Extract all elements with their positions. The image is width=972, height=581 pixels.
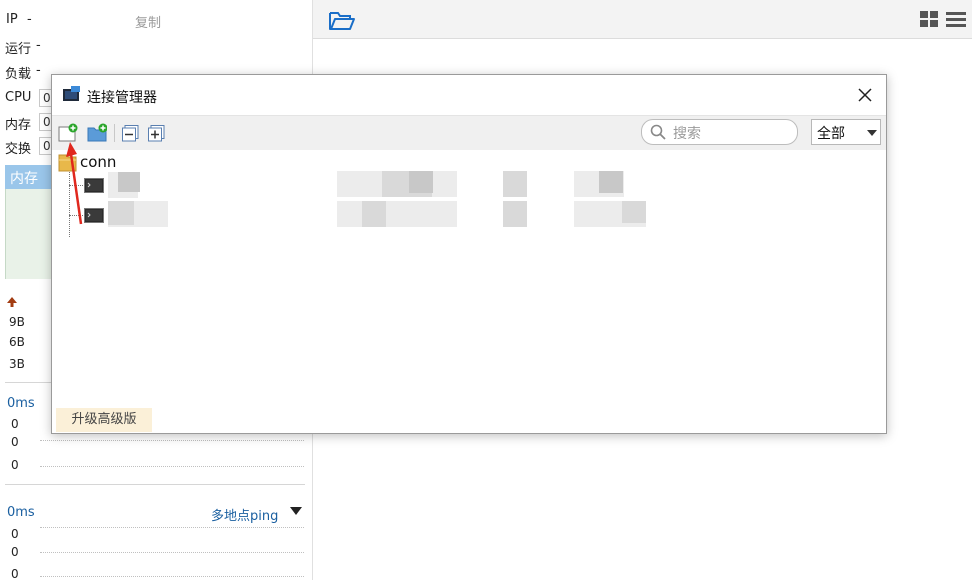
ip-label: IP bbox=[6, 12, 18, 27]
redacted-text bbox=[503, 201, 527, 227]
latency-value-2: 0 bbox=[11, 435, 19, 449]
tree-item[interactable] bbox=[82, 171, 702, 198]
terminal-icon bbox=[84, 208, 104, 223]
load-label: 负载 bbox=[5, 67, 32, 82]
top-toolbar bbox=[313, 0, 972, 39]
redacted-text bbox=[337, 201, 457, 227]
memory-tab-label: 内存 bbox=[10, 171, 38, 187]
ip-value: - bbox=[27, 12, 32, 27]
dropdown-arrow-icon bbox=[867, 130, 877, 136]
collapse-all-icon[interactable] bbox=[122, 125, 142, 145]
filter-select[interactable]: 全部 bbox=[811, 119, 881, 145]
latency-value-3: 0 bbox=[11, 458, 19, 472]
search-placeholder: 搜索 bbox=[673, 126, 701, 142]
run-value: - bbox=[36, 38, 41, 53]
red-arrow-annotation bbox=[66, 142, 83, 225]
grid-line bbox=[40, 527, 304, 528]
terminal-icon bbox=[84, 178, 104, 193]
dropdown-arrow-icon[interactable] bbox=[290, 507, 302, 516]
latency-value-1: 0 bbox=[11, 417, 19, 431]
load-value: - bbox=[36, 63, 41, 78]
redacted-text bbox=[599, 171, 623, 193]
grid-line bbox=[40, 466, 304, 467]
ping-latency-title: 0ms bbox=[7, 505, 35, 520]
new-folder-icon[interactable] bbox=[87, 123, 107, 143]
redacted-text bbox=[118, 172, 140, 192]
redacted-text bbox=[503, 171, 527, 197]
menu-icon[interactable] bbox=[946, 11, 966, 29]
net-value-1: 9B bbox=[9, 315, 25, 329]
cpu-label: CPU bbox=[5, 90, 32, 105]
filter-value: 全部 bbox=[817, 126, 845, 142]
grid-line bbox=[40, 440, 304, 441]
upload-arrow-icon bbox=[7, 297, 17, 307]
redacted-text bbox=[409, 171, 433, 193]
run-label: 运行 bbox=[5, 42, 32, 57]
redacted-text bbox=[108, 201, 134, 225]
ping-value-3: 0 bbox=[11, 567, 19, 581]
upgrade-button[interactable]: 升级高级版 bbox=[56, 408, 152, 432]
grid-line bbox=[40, 552, 304, 553]
close-icon[interactable] bbox=[858, 88, 872, 102]
redacted-text bbox=[622, 201, 646, 223]
toolbar-divider bbox=[114, 124, 115, 142]
copy-button[interactable]: 复制 bbox=[135, 12, 161, 31]
latency-title: 0ms bbox=[7, 396, 35, 411]
search-icon bbox=[650, 124, 666, 140]
search-input[interactable]: 搜索 bbox=[641, 119, 798, 145]
expand-all-icon[interactable] bbox=[148, 125, 168, 145]
grid-view-icon[interactable] bbox=[920, 11, 940, 29]
mem-label: 内存 bbox=[5, 118, 32, 133]
swap-label: 交换 bbox=[5, 142, 32, 157]
connection-tree: conn bbox=[52, 150, 886, 405]
net-value-3: 3B bbox=[9, 357, 25, 371]
grid-line bbox=[40, 576, 304, 577]
net-value-2: 6B bbox=[9, 335, 25, 349]
ping-value-2: 0 bbox=[11, 545, 19, 559]
folder-open-icon[interactable] bbox=[328, 9, 356, 31]
divider bbox=[5, 484, 305, 485]
ping-value-1: 0 bbox=[11, 527, 19, 541]
connection-manager-dialog: 连接管理器 搜索 全部 conn 升级高级版 bbox=[51, 74, 887, 434]
dialog-title: 连接管理器 bbox=[87, 90, 157, 106]
tree-item[interactable] bbox=[82, 201, 702, 227]
multi-ping-dropdown[interactable]: 多地点ping bbox=[211, 505, 278, 524]
dialog-titlebar[interactable]: 连接管理器 bbox=[52, 75, 886, 115]
app-icon bbox=[63, 86, 80, 101]
redacted-text bbox=[362, 201, 386, 227]
dialog-toolbar: 搜索 全部 bbox=[52, 115, 886, 151]
